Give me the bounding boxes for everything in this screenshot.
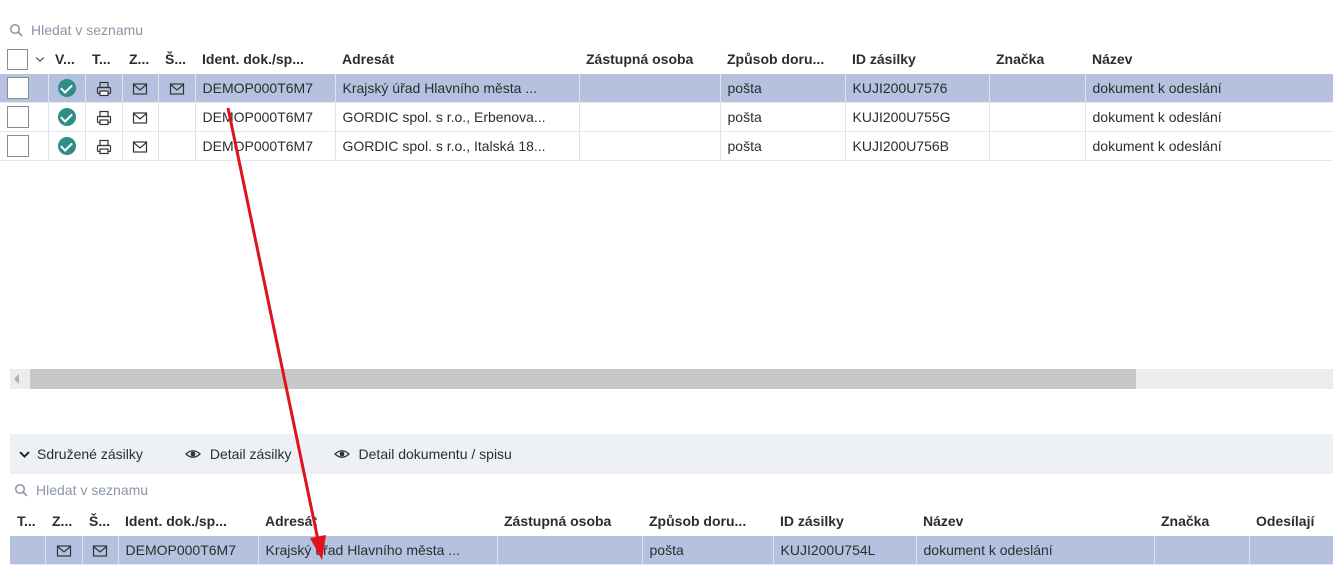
cell-adresat: GORDIC spol. s r.o., Erbenova... xyxy=(335,102,580,132)
col-header-nazev[interactable]: Název xyxy=(1085,44,1333,74)
cell-zpusob: pošta xyxy=(720,131,846,161)
chevron-down-icon[interactable] xyxy=(34,53,46,65)
cell-id: KUJI200U754L xyxy=(773,536,917,565)
col-header-nazev[interactable]: Název xyxy=(916,506,1154,536)
tab-label: Sdružené zásilky xyxy=(37,446,143,462)
col-header-s[interactable]: Š... xyxy=(158,44,195,74)
col-header-t[interactable]: T... xyxy=(10,506,45,536)
cell-ident: DEMOP000T6M7 xyxy=(195,131,336,161)
envelope-icon xyxy=(169,83,184,95)
cell-znacka xyxy=(989,102,1086,132)
envelope-icon xyxy=(92,545,108,557)
tab-label: Detail dokumentu / spisu xyxy=(358,446,512,462)
cell-adresat: GORDIC spol. s r.o., Italská 18... xyxy=(335,131,580,161)
col-header-id[interactable]: ID zásilky xyxy=(773,506,916,536)
cell-ident: DEMOP000T6M7 xyxy=(195,74,336,103)
col-header-v[interactable]: V... xyxy=(48,44,85,74)
envelope-icon xyxy=(132,83,148,95)
table-row[interactable]: DEMOP000T6M7 GORDIC spol. s r.o., Erbeno… xyxy=(0,102,1333,132)
col-header-id[interactable]: ID zásilky xyxy=(845,44,989,74)
cell-nazev: dokument k odeslání xyxy=(1085,131,1333,161)
cell-nazev: dokument k odeslání xyxy=(1085,102,1333,132)
row-checkbox[interactable] xyxy=(7,77,29,99)
search-icon xyxy=(9,23,23,37)
col-header-znacka[interactable]: Značka xyxy=(1154,506,1249,536)
cell-adresat: Krajský úřad Hlavního města ... xyxy=(258,536,498,565)
printer-icon xyxy=(96,81,111,96)
top-shipments-table: V... T... Z... Š... Ident. dok./sp... Ad… xyxy=(0,44,1333,161)
scroll-left-arrow-icon[interactable] xyxy=(14,374,19,384)
col-header-ident[interactable]: Ident. dok./sp... xyxy=(195,44,335,74)
verified-check-icon xyxy=(57,79,76,98)
eye-icon xyxy=(184,450,201,458)
cell-nazev: dokument k odeslání xyxy=(1085,74,1333,103)
cell-id: KUJI200U756B xyxy=(845,131,990,161)
detail-tab-bar: Sdružené zásilky Detail zásilky Detail d… xyxy=(10,434,1333,474)
col-header-adresat[interactable]: Adresát xyxy=(335,44,579,74)
envelope-icon xyxy=(56,545,71,557)
search-icon xyxy=(14,483,28,497)
tab-detail-zasilky[interactable]: Detail zásilky xyxy=(184,446,292,462)
cell-id: KUJI200U755G xyxy=(845,102,990,132)
row-checkbox[interactable] xyxy=(7,135,29,157)
col-header-adresat[interactable]: Adresát xyxy=(258,506,497,536)
cell-zastupna xyxy=(579,102,721,132)
envelope-icon xyxy=(132,112,148,124)
cell-zastupna xyxy=(579,131,721,161)
col-header-zastupna[interactable]: Zástupná osoba xyxy=(497,506,642,536)
annotation-arrow-line xyxy=(226,107,320,541)
table-row[interactable]: DEMOP000T6M7 Krajský úřad Hlavního města… xyxy=(0,74,1333,103)
bottom-header-row: T... Z... Š... Ident. dok./sp... Adresát… xyxy=(10,506,1333,536)
chevron-down-icon xyxy=(19,450,30,458)
cell-znacka xyxy=(1154,536,1250,565)
col-header-zastupna[interactable]: Zástupná osoba xyxy=(579,44,720,74)
top-header-row: V... T... Z... Š... Ident. dok./sp... Ad… xyxy=(0,44,1333,74)
row-checkbox[interactable] xyxy=(7,106,29,128)
envelope-icon xyxy=(132,141,148,153)
verified-check-icon xyxy=(57,108,76,127)
cell-id: KUJI200U7576 xyxy=(845,74,990,103)
col-header-znacka[interactable]: Značka xyxy=(989,44,1085,74)
tab-sdruzene-zasilky[interactable]: Sdružené zásilky xyxy=(18,446,143,462)
cell-ident: DEMOP000T6M7 xyxy=(118,536,259,565)
top-search-input[interactable] xyxy=(31,22,231,38)
col-header-t[interactable]: T... xyxy=(85,44,122,74)
col-header-z[interactable]: Z... xyxy=(122,44,158,74)
col-header-odesilajici[interactable]: Odesílají xyxy=(1249,506,1333,536)
eye-icon xyxy=(333,450,350,458)
table-row[interactable]: DEMOP000T6M7 GORDIC spol. s r.o., Italsk… xyxy=(0,131,1333,161)
top-search-box[interactable] xyxy=(0,17,254,43)
table-row[interactable]: DEMOP000T6M7 Krajský úřad Hlavního města… xyxy=(10,536,1333,565)
select-all-checkbox[interactable] xyxy=(7,48,28,70)
horizontal-scrollbar[interactable] xyxy=(10,369,1333,389)
cell-nazev: dokument k odeslání xyxy=(916,536,1155,565)
tab-label: Detail zásilky xyxy=(209,446,292,462)
verified-check-icon xyxy=(57,137,76,156)
col-header-ident[interactable]: Ident. dok./sp... xyxy=(118,506,258,536)
col-header-zpusob[interactable]: Způsob doru... xyxy=(642,506,773,536)
bottom-linked-shipments-table: T... Z... Š... Ident. dok./sp... Adresát… xyxy=(10,506,1333,565)
scrollbar-thumb[interactable] xyxy=(30,369,1136,389)
bottom-search-input[interactable] xyxy=(36,482,236,498)
select-all-header[interactable] xyxy=(0,44,48,74)
printer-icon xyxy=(96,110,111,125)
cell-znacka xyxy=(989,131,1086,161)
cell-znacka xyxy=(989,74,1086,103)
col-header-z[interactable]: Z... xyxy=(45,506,82,536)
col-header-s[interactable]: Š... xyxy=(82,506,118,536)
cell-adresat: Krajský úřad Hlavního města ... xyxy=(335,74,580,103)
col-header-zpusob[interactable]: Způsob doru... xyxy=(720,44,845,74)
cell-zpusob: pošta xyxy=(720,102,846,132)
cell-zastupna xyxy=(497,536,643,565)
cell-zastupna xyxy=(579,74,721,103)
cell-odesilajici xyxy=(1249,536,1333,565)
printer-icon xyxy=(96,139,111,154)
tab-detail-dokumentu[interactable]: Detail dokumentu / spisu xyxy=(333,446,512,462)
cell-zpusob: pošta xyxy=(720,74,846,103)
cell-ident: DEMOP000T6M7 xyxy=(195,102,336,132)
cell-zpusob: pošta xyxy=(642,536,774,565)
bottom-search-box[interactable] xyxy=(10,477,264,503)
